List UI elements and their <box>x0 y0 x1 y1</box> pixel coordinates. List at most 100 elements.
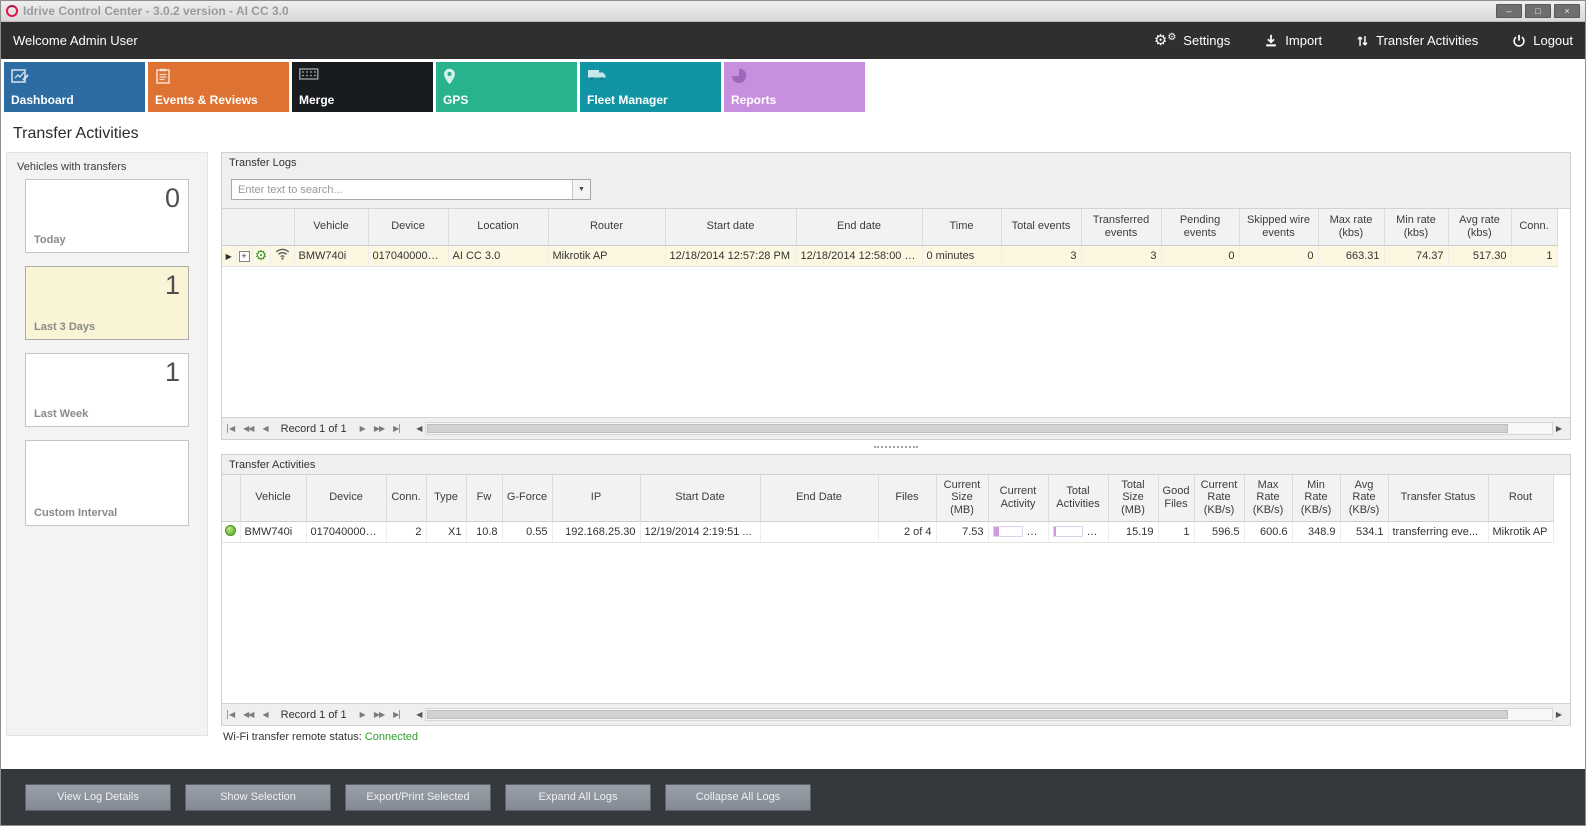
panel-splitter[interactable] <box>221 440 1571 454</box>
last-page-button[interactable]: ▶ <box>390 424 400 433</box>
acts-col-vehicle[interactable]: Vehicle <box>240 475 306 521</box>
acts-col-gforce[interactable]: G-Force <box>502 475 552 521</box>
app-logo-icon <box>6 5 18 17</box>
chevron-down-icon: ▼ <box>578 186 585 193</box>
logs-col-pending-events[interactable]: Pending events <box>1161 209 1239 245</box>
collapse-all-logs-button[interactable]: Collapse All Logs <box>665 784 811 811</box>
log-search-input[interactable] <box>232 180 572 199</box>
settings-button[interactable]: ⚙⚙ Settings <box>1154 33 1230 48</box>
filter-card-last-3-days[interactable]: 1 Last 3 Days <box>25 266 189 340</box>
scroll-left-button[interactable]: ◀ <box>413 710 425 719</box>
tile-gps-label: GPS <box>443 93 468 107</box>
acts-col-files[interactable]: Files <box>878 475 936 521</box>
logs-col-skipped-wire-events[interactable]: Skipped wire events <box>1239 209 1318 245</box>
acts-col-total-size[interactable]: Total Size (MB) <box>1108 475 1158 521</box>
logs-col-end-date[interactable]: End date <box>796 209 922 245</box>
scroll-right-button[interactable]: ▶ <box>1553 424 1565 433</box>
acts-col-ip[interactable]: IP <box>552 475 640 521</box>
scrollbar-thumb[interactable] <box>427 710 1507 719</box>
transfer-activities-title: Transfer Activities <box>222 455 1570 474</box>
show-selection-button[interactable]: Show Selection <box>185 784 331 811</box>
acts-col-device[interactable]: Device <box>306 475 386 521</box>
cell-min-rate: 348.9 <box>1292 521 1340 542</box>
filter-card-today[interactable]: 0 Today <box>25 179 189 253</box>
transfer-activities-panel: Transfer Activities Ve <box>221 454 1571 726</box>
tile-merge[interactable]: Merge <box>292 62 433 112</box>
logs-col-transferred-events[interactable]: Transferred events <box>1081 209 1161 245</box>
logs-col-conn[interactable]: Conn. <box>1511 209 1557 245</box>
scroll-right-button[interactable]: ▶ <box>1553 710 1565 719</box>
splitter-handle[interactable] <box>874 446 918 448</box>
acts-col-router[interactable]: Rout <box>1488 475 1553 521</box>
acts-col-current-rate[interactable]: Current Rate (KB/s) <box>1194 475 1244 521</box>
acts-col-min-rate[interactable]: Min Rate (KB/s) <box>1292 475 1340 521</box>
tile-events-reviews[interactable]: Events & Reviews <box>148 62 289 112</box>
filter-card-custom-interval[interactable]: Custom Interval <box>25 440 189 526</box>
transfer-activity-row[interactable]: BMW740i 017040000038 2 X1 10.8 0.55 192.… <box>222 521 1553 542</box>
welcome-text: Welcome Admin User <box>13 33 138 48</box>
logs-col-max-rate[interactable]: Max rate (kbs) <box>1318 209 1384 245</box>
tile-fleet-manager[interactable]: Fleet Manager <box>580 62 721 112</box>
cell-time: 0 minutes <box>922 245 1001 266</box>
logs-col-time[interactable]: Time <box>922 209 1001 245</box>
import-button[interactable]: Import <box>1264 33 1322 48</box>
acts-col-end-date[interactable]: End Date <box>760 475 878 521</box>
logs-col-min-rate[interactable]: Min rate (kbs) <box>1384 209 1448 245</box>
logs-col-vehicle[interactable]: Vehicle <box>294 209 368 245</box>
tile-gps[interactable]: GPS <box>436 62 577 112</box>
transfer-activities-button[interactable]: Transfer Activities <box>1356 33 1478 48</box>
acts-col-avg-rate[interactable]: Avg Rate (KB/s) <box>1340 475 1388 521</box>
horizontal-scrollbar[interactable] <box>425 422 1552 435</box>
acts-col-transfer-status[interactable]: Transfer Status <box>1388 475 1488 521</box>
view-log-details-button[interactable]: View Log Details <box>25 784 171 811</box>
prev-page-button[interactable]: ◀ <box>259 424 270 433</box>
logs-col-start-date[interactable]: Start date <box>665 209 796 245</box>
cell-transfer-status: transferring eve... <box>1388 521 1488 542</box>
acts-col-total-activities[interactable]: Total Activities <box>1048 475 1108 521</box>
expand-row-button[interactable]: + <box>239 251 250 262</box>
acts-col-start-date[interactable]: Start Date <box>640 475 760 521</box>
settings-gears-icon: ⚙⚙ <box>1154 33 1176 48</box>
last-page-button[interactable]: ▶ <box>390 710 400 719</box>
first-page-button[interactable]: ◀ <box>227 710 237 719</box>
acts-col-current-activity[interactable]: Current Activity <box>988 475 1048 521</box>
export-print-selected-button[interactable]: Export/Print Selected <box>345 784 491 811</box>
scrollbar-thumb[interactable] <box>427 424 1507 433</box>
expand-all-logs-button[interactable]: Expand All Logs <box>505 784 651 811</box>
tile-reports[interactable]: Reports <box>724 62 865 112</box>
minimize-button[interactable]: – <box>1496 4 1522 18</box>
acts-col-current-size[interactable]: Current Size (MB) <box>936 475 988 521</box>
search-dropdown-button[interactable]: ▼ <box>572 180 590 199</box>
horizontal-scrollbar[interactable] <box>425 708 1552 721</box>
logs-col-router[interactable]: Router <box>548 209 665 245</box>
acts-col-good-files[interactable]: Good Files <box>1158 475 1194 521</box>
prev-page-button[interactable]: ◀ <box>259 710 270 719</box>
today-count: 0 <box>34 184 180 214</box>
first-page-button[interactable]: ◀ <box>227 424 237 433</box>
transfer-log-row[interactable]: ▶ + ⚙ BMW740i 017040000038 AI CC 3.0 Mik… <box>222 245 1557 266</box>
last-week-label: Last Week <box>34 408 180 420</box>
scroll-left-button[interactable]: ◀ <box>413 424 425 433</box>
next-page-button[interactable]: ▶ <box>357 710 368 719</box>
logs-col-location[interactable]: Location <box>448 209 548 245</box>
fast-prev-button[interactable]: ◀◀ <box>240 424 256 433</box>
logs-col-avg-rate[interactable]: Avg rate (kbs) <box>1448 209 1511 245</box>
gear-icon[interactable]: ⚙ <box>255 247 268 263</box>
logs-col-device[interactable]: Device <box>368 209 448 245</box>
tile-dashboard[interactable]: Dashboard <box>4 62 145 112</box>
filter-card-last-week[interactable]: 1 Last Week <box>25 353 189 427</box>
cell-device: 017040000038 <box>368 245 448 266</box>
fast-next-button[interactable]: ▶▶ <box>371 424 387 433</box>
fast-prev-button[interactable]: ◀◀ <box>240 710 256 719</box>
maximize-button[interactable]: □ <box>1525 4 1551 18</box>
logs-col-total-events[interactable]: Total events <box>1001 209 1081 245</box>
acts-col-fw[interactable]: Fw <box>466 475 502 521</box>
logout-button[interactable]: Logout <box>1512 33 1573 48</box>
acts-col-conn[interactable]: Conn. <box>386 475 426 521</box>
page-title: Transfer Activities <box>1 116 1585 150</box>
fast-next-button[interactable]: ▶▶ <box>371 710 387 719</box>
next-page-button[interactable]: ▶ <box>357 424 368 433</box>
acts-col-max-rate[interactable]: Max Rate (KB/s) <box>1244 475 1292 521</box>
close-button[interactable]: × <box>1554 4 1580 18</box>
acts-col-type[interactable]: Type <box>426 475 466 521</box>
